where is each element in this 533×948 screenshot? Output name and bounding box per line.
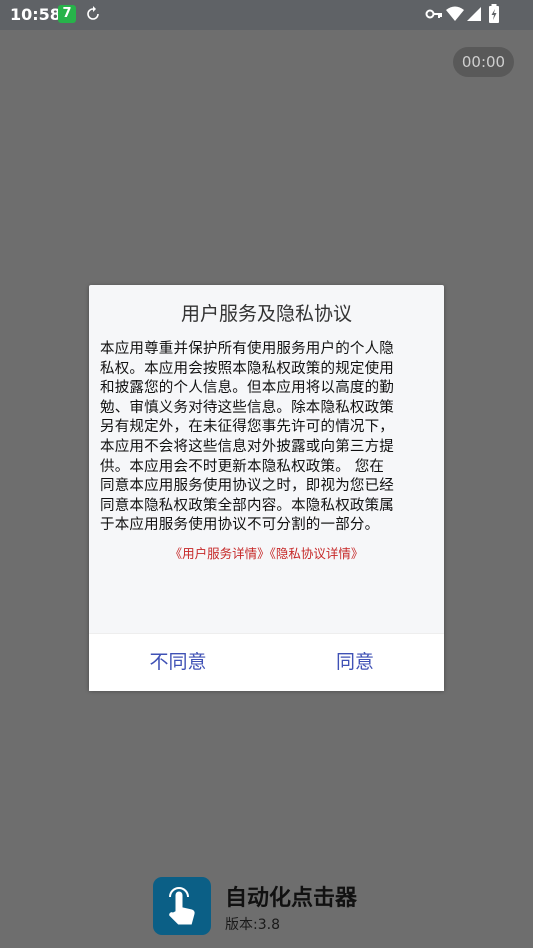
agree-button[interactable]: 同意 (319, 646, 391, 678)
body-line: 供。本应用会不时更新本隐私权政策。 您在 (100, 458, 385, 475)
battery-charging-icon (489, 4, 499, 23)
detail-links: 《用户服务详情》《隐私协议详情》 (89, 543, 444, 562)
status-bar: 10:58 7 (0, 0, 533, 30)
body-line: 勉、审慎义务对待这些信息。除本隐私权政策 (100, 399, 394, 416)
app-version: 版本:3.8 (225, 917, 280, 933)
body-line: 本应用尊重并保护所有使用服务用户的个人隐 (100, 341, 394, 357)
privacy-details-link[interactable]: 《隐私协议详情》 (270, 546, 364, 561)
app-notification-badge: 7 (58, 5, 76, 23)
app-name: 自动化点击器 (225, 886, 358, 911)
body-line: 同意本隐私权政策全部内容。本隐私权政策属 (100, 497, 394, 514)
disagree-button[interactable]: 不同意 (133, 646, 223, 678)
dialog-body: 本应用尊重并保护所有使用服务用户的个人隐 私权。本应用会按照本隐私权政策的规定使… (100, 340, 434, 536)
signal-icon (467, 7, 481, 21)
privacy-agreement-dialog: 用户服务及隐私协议 本应用尊重并保护所有使用服务用户的个人隐 私权。本应用会按照… (89, 285, 444, 691)
status-time: 10:58 (10, 5, 61, 24)
body-line: 同意本应用服务使用协议之时，即视为您已经 (100, 478, 394, 495)
dialog-title: 用户服务及隐私协议 (180, 303, 352, 325)
key-icon (425, 9, 442, 19)
user-service-details-link[interactable]: 《用户服务详情》 (170, 546, 270, 561)
timer-display: 00:00 (453, 47, 514, 77)
wifi-icon (446, 6, 464, 21)
sync-icon (87, 6, 99, 20)
tap-hand-icon (153, 877, 211, 935)
body-line: 本应用不会将这些信息对外披露或向第三方提 (100, 438, 394, 455)
body-line: 另有规定外，在未征得您事先许可的情况下， (100, 419, 394, 436)
body-line: 私权。本应用会按照本隐私权政策的规定使用 (100, 360, 394, 377)
body-line: 和披露您的个人信息。但本应用将以高度的勤 (100, 380, 394, 397)
dialog-button-bar: 不同意 同意 (89, 633, 444, 691)
body-line: 于本应用服务使用协议不可分割的一部分。 (100, 517, 380, 534)
